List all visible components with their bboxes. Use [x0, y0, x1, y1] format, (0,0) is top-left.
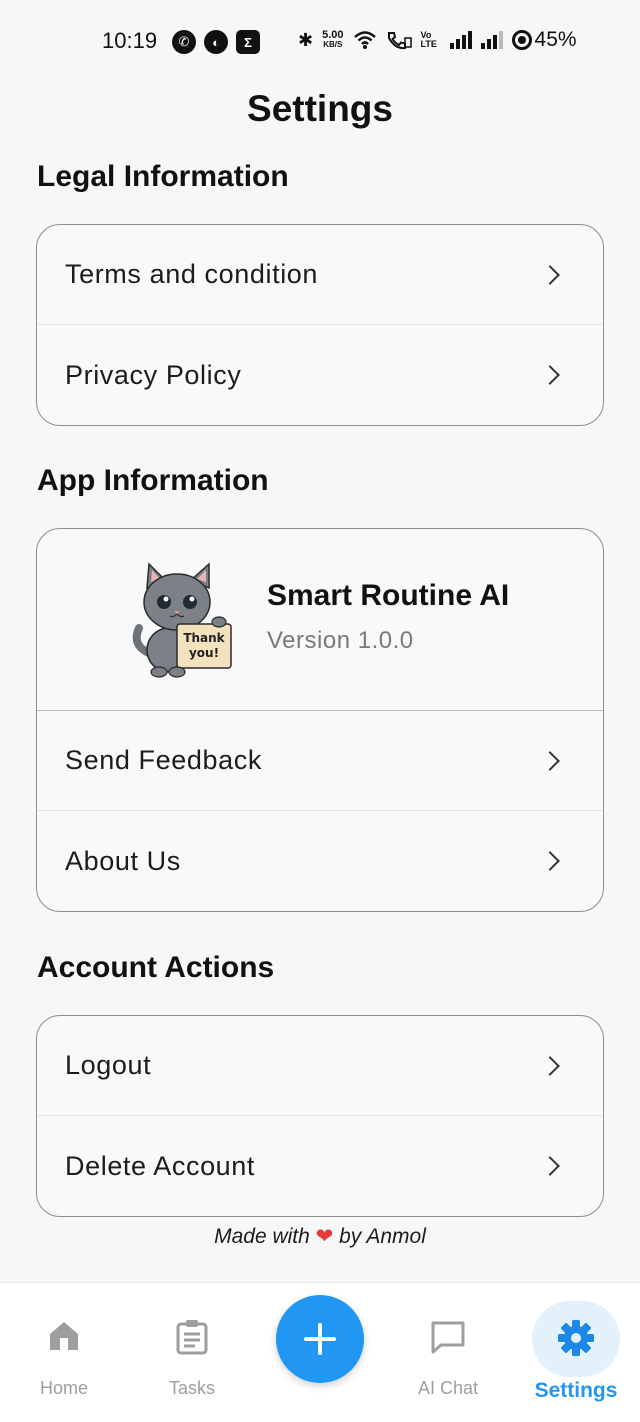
- status-time: 10:19: [102, 28, 158, 53]
- logout-row[interactable]: Logout: [37, 1016, 603, 1116]
- messenger-icon: ◐: [204, 30, 228, 54]
- privacy-policy-row[interactable]: Privacy Policy: [37, 325, 603, 425]
- system-icons: ✱ 5.00 KB/S Vo LTE 45%: [298, 28, 577, 52]
- app-version: Version 1.0.0: [267, 626, 414, 654]
- chat-bubble-icon: [431, 1321, 465, 1354]
- page-title: Settings: [247, 88, 393, 129]
- network-speed-unit: KB/S: [323, 40, 343, 49]
- chevron-right-icon: [540, 365, 560, 385]
- nav-settings[interactable]: Settings: [516, 1283, 636, 1422]
- account-section-title: Account Actions: [37, 951, 275, 984]
- volte-icon: Vo LTE: [420, 30, 437, 49]
- chevron-right-icon: [540, 264, 560, 285]
- about-us-label: About Us: [65, 845, 181, 876]
- nav-tasks[interactable]: Tasks: [132, 1283, 252, 1422]
- cat-mascot-logo: Thank you!: [132, 561, 232, 678]
- network-speed: 5.00 KB/S: [322, 30, 343, 50]
- nav-ai-chat[interactable]: AI Chat: [388, 1283, 508, 1422]
- nav-tasks-label: Tasks: [168, 1378, 215, 1398]
- terms-label: Terms and condition: [65, 259, 319, 289]
- app-info-header: Thank you! Smart Routine AI Version 1.0.…: [37, 529, 603, 711]
- delete-account-row[interactable]: Delete Account: [37, 1116, 603, 1216]
- app-name: Smart Routine AI: [267, 578, 510, 612]
- delete-account-label: Delete Account: [65, 1150, 256, 1181]
- heart-icon: ❤: [315, 1225, 334, 1248]
- clipboard-icon: [176, 1320, 208, 1355]
- chevron-right-icon: [540, 750, 560, 771]
- status-bar: 10:19 ✆ ◐ Σ ✱ 5.00 KB/S Vo LTE 45%: [0, 0, 640, 80]
- app-text: Smart Routine AI Version 1.0.0: [267, 579, 509, 655]
- chevron-right-icon: [540, 1156, 560, 1176]
- send-feedback-row[interactable]: Send Feedback: [37, 711, 603, 811]
- legal-section-title: Legal Information: [37, 160, 289, 193]
- battery-percent: 45%: [534, 28, 577, 51]
- signal-icon-sim2: [480, 31, 503, 49]
- nav-settings-label: Settings: [534, 1379, 618, 1402]
- battery-icon: [511, 30, 532, 50]
- gear-icon: [558, 1320, 594, 1356]
- battery-indicator: 45%: [511, 28, 577, 52]
- nav-home-label: Home: [39, 1378, 88, 1398]
- svg-text:Thank: Thank: [183, 631, 225, 645]
- notification-icons: ✆ ◐ Σ: [172, 30, 260, 54]
- about-us-row[interactable]: About Us: [37, 811, 603, 911]
- nav-home[interactable]: Home: [4, 1283, 124, 1422]
- plus-icon: [304, 1323, 336, 1355]
- privacy-label: Privacy Policy: [65, 359, 242, 390]
- app-info-card: Thank you! Smart Routine AI Version 1.0.…: [36, 528, 604, 912]
- logout-label: Logout: [65, 1050, 152, 1080]
- terms-and-condition-row[interactable]: Terms and condition: [37, 225, 603, 325]
- account-card: Logout Delete Account: [36, 1015, 604, 1217]
- app-section-title: App Information: [37, 464, 269, 497]
- send-feedback-label: Send Feedback: [65, 745, 262, 775]
- made-with-text: Made with: [214, 1225, 310, 1248]
- bottom-navigation: Home Tasks AI Chat Settings: [0, 1282, 640, 1422]
- signal-icon-sim1: [449, 31, 472, 49]
- chevron-right-icon: [540, 851, 560, 871]
- footer-credit: Made with ❤ by Anmol: [0, 1224, 640, 1249]
- sigma-app-icon: Σ: [236, 30, 260, 54]
- bluetooth-icon: ✱: [298, 29, 314, 50]
- add-button[interactable]: [276, 1295, 364, 1383]
- whatsapp-icon: ✆: [172, 30, 196, 54]
- network-speed-value: 5.00: [322, 29, 344, 41]
- svg-text:you!: you!: [189, 646, 219, 660]
- chevron-right-icon: [540, 1055, 560, 1076]
- legal-card: Terms and condition Privacy Policy: [36, 224, 604, 426]
- wifi-icon: [353, 31, 376, 49]
- home-icon: [50, 1322, 78, 1350]
- wifi-calling-icon: [387, 32, 412, 50]
- author-text: by Anmol: [339, 1225, 426, 1248]
- nav-ai-chat-label: AI Chat: [417, 1378, 479, 1398]
